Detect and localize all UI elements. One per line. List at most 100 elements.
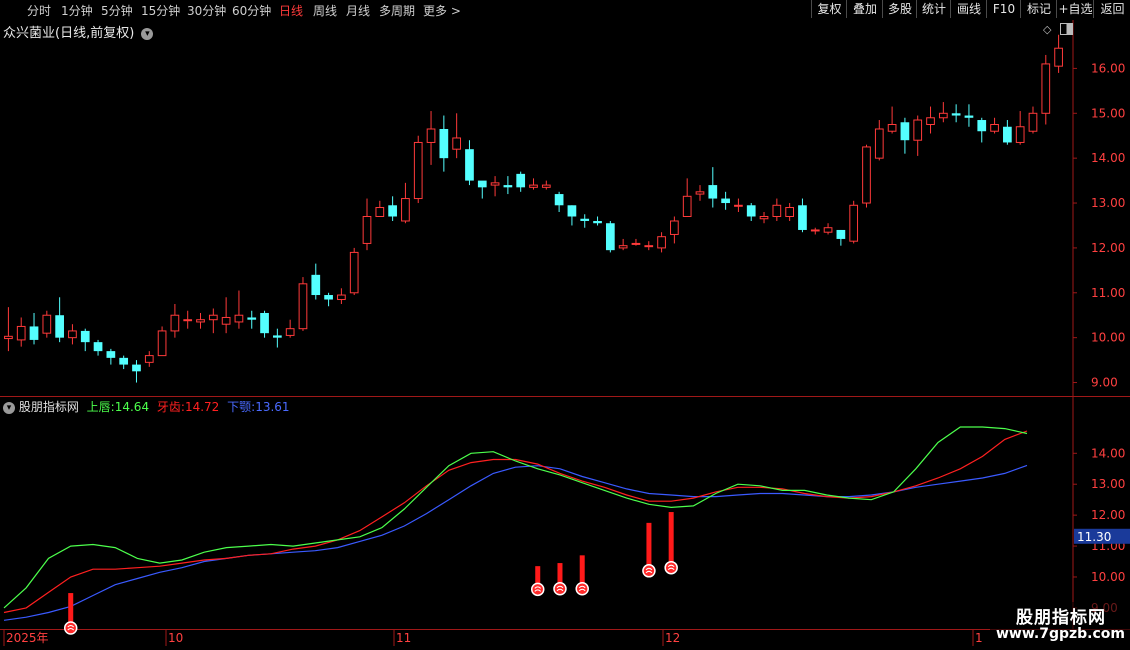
candle-body (4, 335, 13, 340)
stock-title: 众兴菌业(日线,前复权) (3, 26, 135, 41)
candle-body (311, 274, 321, 296)
candle-body (503, 185, 513, 188)
candle-body (273, 335, 282, 338)
candle-body (657, 236, 666, 249)
teeth-value: 14.72 (184, 400, 220, 414)
candle-body (849, 204, 859, 242)
indicator-name: 股朋指标网 (18, 400, 79, 414)
candle-body (695, 191, 705, 195)
candle-body (247, 317, 257, 320)
candle-body (862, 146, 871, 204)
candle-body (221, 316, 231, 325)
jaw-line (3, 464, 1028, 621)
candle-body (16, 325, 26, 341)
candle-body (746, 205, 756, 217)
candle-body (1041, 63, 1051, 114)
main-chart-title: 众兴菌业(日线,前复权) ▾ (3, 22, 154, 41)
candle-body (80, 330, 90, 343)
watermark-url: www.7gpzb.com (996, 626, 1126, 642)
candle-body (132, 364, 141, 372)
candle-body (349, 251, 359, 294)
price-tick-label: 16.00 (1091, 61, 1125, 75)
watermark: 股朋指标网 www.7gpzb.com (990, 602, 1130, 650)
candle-body (682, 195, 692, 217)
candle-body (170, 314, 180, 332)
candle-body (388, 205, 397, 217)
candle-body (516, 173, 526, 188)
candle-body (144, 355, 154, 363)
jaw-label: 下颚: (227, 400, 256, 414)
candle-body (964, 115, 974, 118)
candle-body (580, 218, 590, 221)
candle-body (913, 119, 923, 141)
candle-body (951, 113, 961, 116)
candle-body (541, 184, 551, 188)
price-tick-label: 14.00 (1091, 151, 1125, 165)
teeth-label: 牙齿: (156, 400, 185, 414)
candle-body (29, 326, 39, 340)
candle-body (183, 319, 193, 322)
diamond-icon[interactable]: ◇ (1043, 23, 1051, 36)
signal-bar (668, 512, 674, 568)
candle-body (452, 137, 462, 150)
candle-body (298, 283, 308, 330)
time-tick-label: 11 (396, 631, 411, 645)
candle-body (785, 207, 794, 217)
indicator-tick-label: 14.00 (1091, 446, 1125, 460)
indicator-tick-label: 13.00 (1091, 477, 1125, 491)
price-tick-label: 9.00 (1091, 376, 1118, 390)
candle-body (772, 204, 782, 217)
price-tick-label: 13.00 (1091, 196, 1125, 210)
candle-body (938, 112, 948, 119)
candle-body (631, 242, 641, 245)
candle-body (900, 122, 910, 141)
candle-body (42, 314, 52, 334)
candle-body (887, 124, 897, 132)
candle-body (593, 220, 602, 224)
candle-body (477, 180, 487, 188)
candle-body (644, 245, 654, 248)
indicator-tick-label: 12.00 (1091, 508, 1125, 522)
candle-body (721, 198, 730, 204)
upper-lip-value: 14.64 (114, 400, 150, 414)
candle-body (401, 198, 410, 222)
price-tick-label: 12.00 (1091, 241, 1125, 255)
candle-body (285, 328, 295, 336)
candle-body (490, 182, 500, 186)
price-tick-label: 15.00 (1091, 106, 1125, 120)
chevron-down-icon[interactable]: ▾ (3, 401, 15, 414)
candle-body (529, 184, 538, 188)
candle-body (823, 227, 833, 233)
candle-body (426, 128, 436, 143)
candle-body (439, 128, 449, 159)
candle-body (55, 315, 64, 338)
candle-body (106, 351, 116, 358)
indicator-legend: ▾ 股朋指标网 上唇:14.64 牙齿:14.72 下颚:13.61 (3, 398, 290, 415)
chevron-down-icon[interactable]: ▾ (141, 27, 154, 40)
candle-body (324, 295, 333, 300)
candle-body (375, 207, 385, 217)
candle-body (798, 205, 807, 230)
jaw-value: 13.61 (255, 400, 290, 414)
candle-body (734, 204, 743, 207)
candle-body (836, 229, 846, 239)
candle-body (926, 117, 935, 126)
candle-body (196, 319, 205, 323)
upper-lip-line (3, 426, 1028, 609)
upper-lip-label: 上唇: (86, 400, 115, 414)
candle-body (977, 120, 987, 132)
candle-body (337, 294, 346, 301)
watermark-title: 股朋指标网 (1016, 608, 1106, 628)
panel-toggle-icon[interactable] (1060, 23, 1073, 35)
candle-body (1003, 126, 1012, 143)
candle-body (68, 330, 77, 339)
time-tick-label: 1 (975, 631, 983, 645)
candle-body (1054, 47, 1063, 67)
candle-body (810, 229, 820, 232)
time-tick-label: 2025年 (6, 631, 49, 645)
candle-body (234, 314, 244, 323)
candle-body (119, 357, 129, 365)
candle-body (157, 330, 167, 357)
time-tick-label: 12 (665, 631, 680, 645)
candle-body (93, 342, 103, 352)
